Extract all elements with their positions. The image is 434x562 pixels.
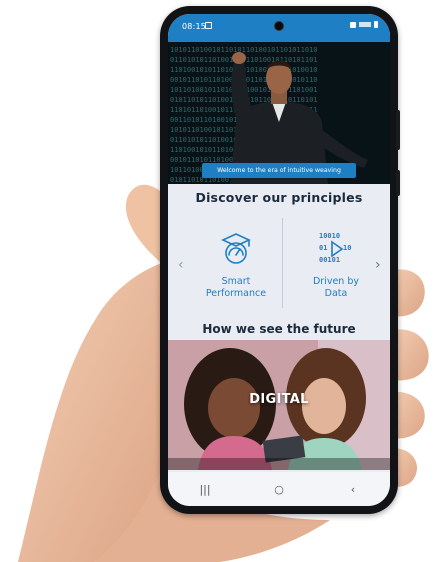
system-nav-bar: ||| ○ ‹ bbox=[168, 472, 390, 506]
principle-card-driven-by-data[interactable]: 10010 01 10 00101 Driven by Data bbox=[286, 228, 386, 300]
binary-data-icon: 10010 01 10 00101 bbox=[319, 232, 351, 264]
phone-screen: 08:15 1010110100101101011010010110101101… bbox=[168, 14, 390, 506]
back-button[interactable]: ‹ bbox=[333, 483, 373, 496]
video-controls[interactable] bbox=[168, 458, 390, 470]
principle-label: Driven by Data bbox=[312, 276, 360, 299]
status-time: 08:15 bbox=[182, 22, 207, 31]
svg-text:01: 01 bbox=[319, 244, 327, 252]
principles-heading: Discover our principles bbox=[195, 190, 363, 205]
hero-banner-image: 10101101001011010110100101101011010 0110… bbox=[168, 42, 390, 184]
battery-icon bbox=[374, 21, 378, 28]
notification-icon bbox=[205, 22, 212, 29]
svg-text:10: 10 bbox=[343, 244, 351, 252]
video-caption: DIGITAL bbox=[249, 392, 309, 407]
principles-carousel: ‹ › Smart Performance 10010 01 10 00101 … bbox=[168, 210, 390, 320]
graduation-gauge-icon bbox=[221, 233, 251, 264]
svg-text:10010: 10010 bbox=[319, 232, 340, 240]
hero-welcome-banner: Welcome to the era of intuitive weaving bbox=[202, 163, 356, 178]
future-video[interactable]: DIGITAL bbox=[168, 340, 390, 470]
home-button[interactable]: ○ bbox=[259, 483, 299, 496]
future-heading: How we see the future bbox=[202, 322, 356, 336]
front-camera bbox=[274, 21, 284, 31]
svg-text:00101: 00101 bbox=[319, 256, 340, 264]
carousel-prev-button[interactable]: ‹ bbox=[178, 258, 184, 272]
principle-card-smart-performance[interactable]: Smart Performance bbox=[186, 228, 286, 300]
power-button bbox=[396, 170, 400, 196]
principle-label: Smart Performance bbox=[205, 276, 267, 299]
svg-text:101011010010110101101001011010: 10101101001011010110100101101011010 bbox=[170, 46, 318, 54]
volume-button bbox=[396, 110, 400, 150]
signal-icon bbox=[359, 22, 371, 27]
status-icons bbox=[350, 21, 378, 28]
status-bar: 08:15 bbox=[168, 14, 390, 42]
recents-button[interactable]: ||| bbox=[185, 483, 225, 496]
alarm-icon bbox=[350, 21, 356, 28]
